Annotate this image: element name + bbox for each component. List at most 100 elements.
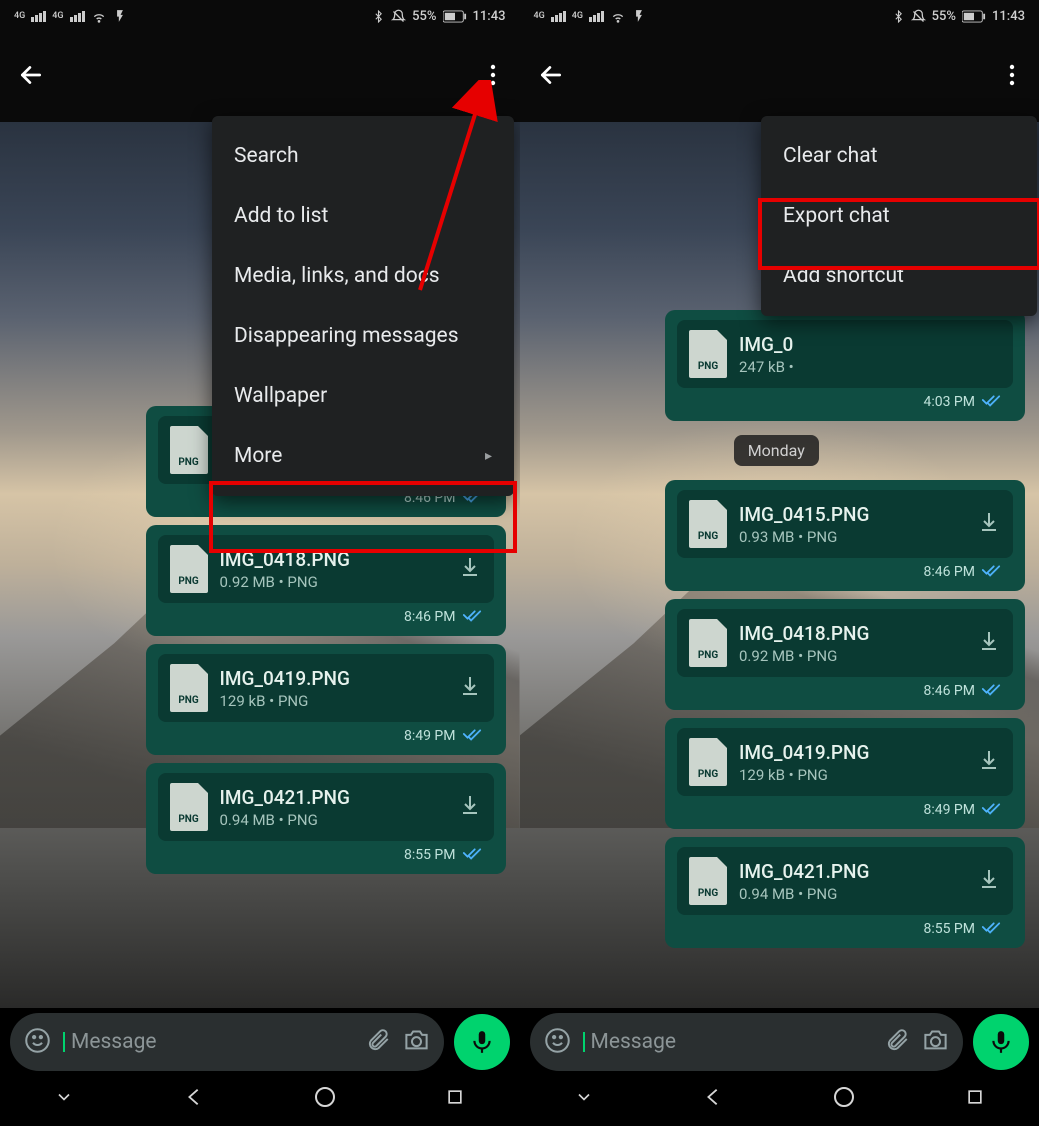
download-icon[interactable] — [458, 793, 482, 821]
signal-icon-2 — [70, 11, 85, 22]
nav-back-icon[interactable] — [702, 1086, 724, 1112]
file-attachment[interactable]: PNG IMG_0419.PNG 129 kB • PNG — [677, 728, 1013, 796]
download-icon[interactable] — [977, 748, 1001, 776]
attach-icon[interactable] — [365, 1027, 391, 1057]
more-options-button[interactable] — [484, 58, 502, 96]
file-attachment[interactable]: PNG IMG_0419.PNG 129 kB • PNG — [158, 654, 494, 722]
message-bubble[interactable]: PNG IMG_0419.PNG 129 kB • PNG 8:49 PM — [665, 718, 1025, 829]
nav-dropdown-icon[interactable] — [574, 1087, 594, 1111]
message-bubble[interactable]: PNG IMG_0 247 kB • 4:03 PM — [665, 310, 1025, 421]
menu-item-search[interactable]: Search — [212, 126, 514, 186]
read-checks-icon — [981, 392, 1001, 411]
message-time: 4:03 PM — [923, 394, 975, 410]
menu-item-export-chat[interactable]: Export chat — [761, 186, 1037, 246]
menu-item-media[interactable]: Media, links, and docs — [212, 246, 514, 306]
emoji-icon[interactable] — [544, 1027, 571, 1058]
read-checks-icon — [981, 681, 1001, 700]
message-bubble[interactable]: PNG IMG_0415.PNG 0.93 MB • PNG 8:46 PM — [665, 480, 1025, 591]
back-button[interactable] — [538, 62, 564, 92]
bluetooth-icon — [892, 10, 905, 23]
voice-record-button[interactable] — [454, 1014, 510, 1070]
file-attachment[interactable]: PNG IMG_0421.PNG 0.94 MB • PNG — [677, 847, 1013, 915]
file-png-icon: PNG — [689, 619, 727, 667]
download-icon[interactable] — [458, 555, 482, 583]
menu-item-clear-chat[interactable]: Clear chat — [761, 126, 1037, 186]
back-button[interactable] — [18, 62, 44, 92]
menu-item-disappearing[interactable]: Disappearing messages — [212, 306, 514, 366]
file-meta: 129 kB • PNG — [220, 692, 446, 710]
nav-home-icon[interactable] — [832, 1085, 856, 1113]
menu-item-add-shortcut[interactable]: Add shortcut — [761, 246, 1037, 306]
nav-recent-icon[interactable] — [965, 1087, 985, 1111]
nav-back-icon[interactable] — [183, 1086, 205, 1112]
file-meta: 0.92 MB • PNG — [739, 647, 965, 665]
read-checks-icon — [981, 562, 1001, 581]
network-indicator-2: 4G — [52, 11, 63, 21]
battery-percent: 55% — [932, 9, 956, 24]
file-name: IMG_0419.PNG — [220, 667, 446, 690]
mute-icon — [391, 9, 406, 24]
file-attachment[interactable]: PNG IMG_0415.PNG 0.93 MB • PNG — [677, 490, 1013, 558]
file-meta: 129 kB • PNG — [739, 766, 965, 784]
network-indicator: 4G — [534, 11, 545, 21]
message-time: 8:46 PM — [923, 564, 975, 580]
file-name: IMG_0421.PNG — [739, 860, 965, 883]
file-attachment[interactable]: PNG IMG_0418.PNG 0.92 MB • PNG — [158, 535, 494, 603]
menu-item-more[interactable]: More▸ — [212, 426, 514, 486]
file-attachment[interactable]: PNG IMG_0 247 kB • — [677, 320, 1013, 388]
download-icon[interactable] — [458, 674, 482, 702]
topbar — [0, 32, 520, 122]
phone-right: 4G 4G 55% 11:43 JPG — [520, 0, 1039, 1126]
message-time: 8:49 PM — [404, 728, 456, 744]
attach-icon[interactable] — [884, 1027, 910, 1057]
topbar — [520, 32, 1039, 122]
camera-icon[interactable] — [922, 1027, 949, 1058]
phone-left: 4G 4G 55% 11:43 JPG — [0, 0, 520, 1126]
input-bar: Message — [530, 1012, 1030, 1072]
menu-item-add-to-list[interactable]: Add to list — [212, 186, 514, 246]
nav-recent-icon[interactable] — [445, 1087, 465, 1111]
signal-icon — [551, 11, 566, 22]
message-bubble[interactable]: PNG IMG_0421.PNG 0.94 MB • PNG 8:55 PM — [146, 763, 506, 874]
more-options-button[interactable] — [1003, 58, 1021, 96]
file-name: IMG_0419.PNG — [739, 741, 965, 764]
submenu-more: Clear chat Export chat Add shortcut — [761, 116, 1037, 316]
file-attachment[interactable]: PNG IMG_0418.PNG 0.92 MB • PNG — [677, 609, 1013, 677]
message-input-container[interactable]: Message — [530, 1013, 964, 1071]
nav-dropdown-icon[interactable] — [54, 1087, 74, 1111]
wifi-icon — [610, 8, 626, 24]
message-bubble[interactable]: PNG IMG_0419.PNG 129 kB • PNG 8:49 PM — [146, 644, 506, 755]
battery-icon — [962, 10, 986, 23]
file-attachment[interactable]: PNG IMG_0421.PNG 0.94 MB • PNG — [158, 773, 494, 841]
camera-icon[interactable] — [403, 1027, 430, 1058]
message-input[interactable]: Message — [63, 1030, 353, 1054]
nav-bar — [520, 1072, 1039, 1126]
file-png-icon: PNG — [170, 783, 208, 831]
emoji-icon[interactable] — [24, 1027, 51, 1058]
file-png-icon: PNG — [170, 545, 208, 593]
menu-item-wallpaper[interactable]: Wallpaper — [212, 366, 514, 426]
download-icon[interactable] — [977, 867, 1001, 895]
wifi-icon — [91, 8, 107, 24]
file-meta: 247 kB • — [739, 358, 1001, 376]
message-input[interactable]: Message — [583, 1030, 873, 1054]
voice-record-button[interactable] — [973, 1014, 1029, 1070]
clock-text: 11:43 — [473, 9, 506, 24]
file-name: IMG_0421.PNG — [220, 786, 446, 809]
file-png-icon: PNG — [170, 664, 208, 712]
nav-home-icon[interactable] — [313, 1085, 337, 1113]
download-icon[interactable] — [977, 510, 1001, 538]
nav-bar — [0, 1072, 520, 1126]
file-name: IMG_0418.PNG — [220, 548, 446, 571]
file-png-icon: PNG — [170, 426, 208, 474]
message-bubble[interactable]: PNG IMG_0421.PNG 0.94 MB • PNG 8:55 PM — [665, 837, 1025, 948]
message-bubble[interactable]: PNG IMG_0418.PNG 0.92 MB • PNG 8:46 PM — [146, 525, 506, 636]
file-png-icon: PNG — [689, 857, 727, 905]
status-left: 4G 4G — [534, 8, 647, 24]
read-checks-icon — [462, 845, 482, 864]
message-bubble[interactable]: PNG IMG_0418.PNG 0.92 MB • PNG 8:46 PM — [665, 599, 1025, 710]
message-input-container[interactable]: Message — [10, 1013, 444, 1071]
file-meta: 0.94 MB • PNG — [739, 885, 965, 903]
network-indicator-2: 4G — [572, 11, 583, 21]
download-icon[interactable] — [977, 629, 1001, 657]
